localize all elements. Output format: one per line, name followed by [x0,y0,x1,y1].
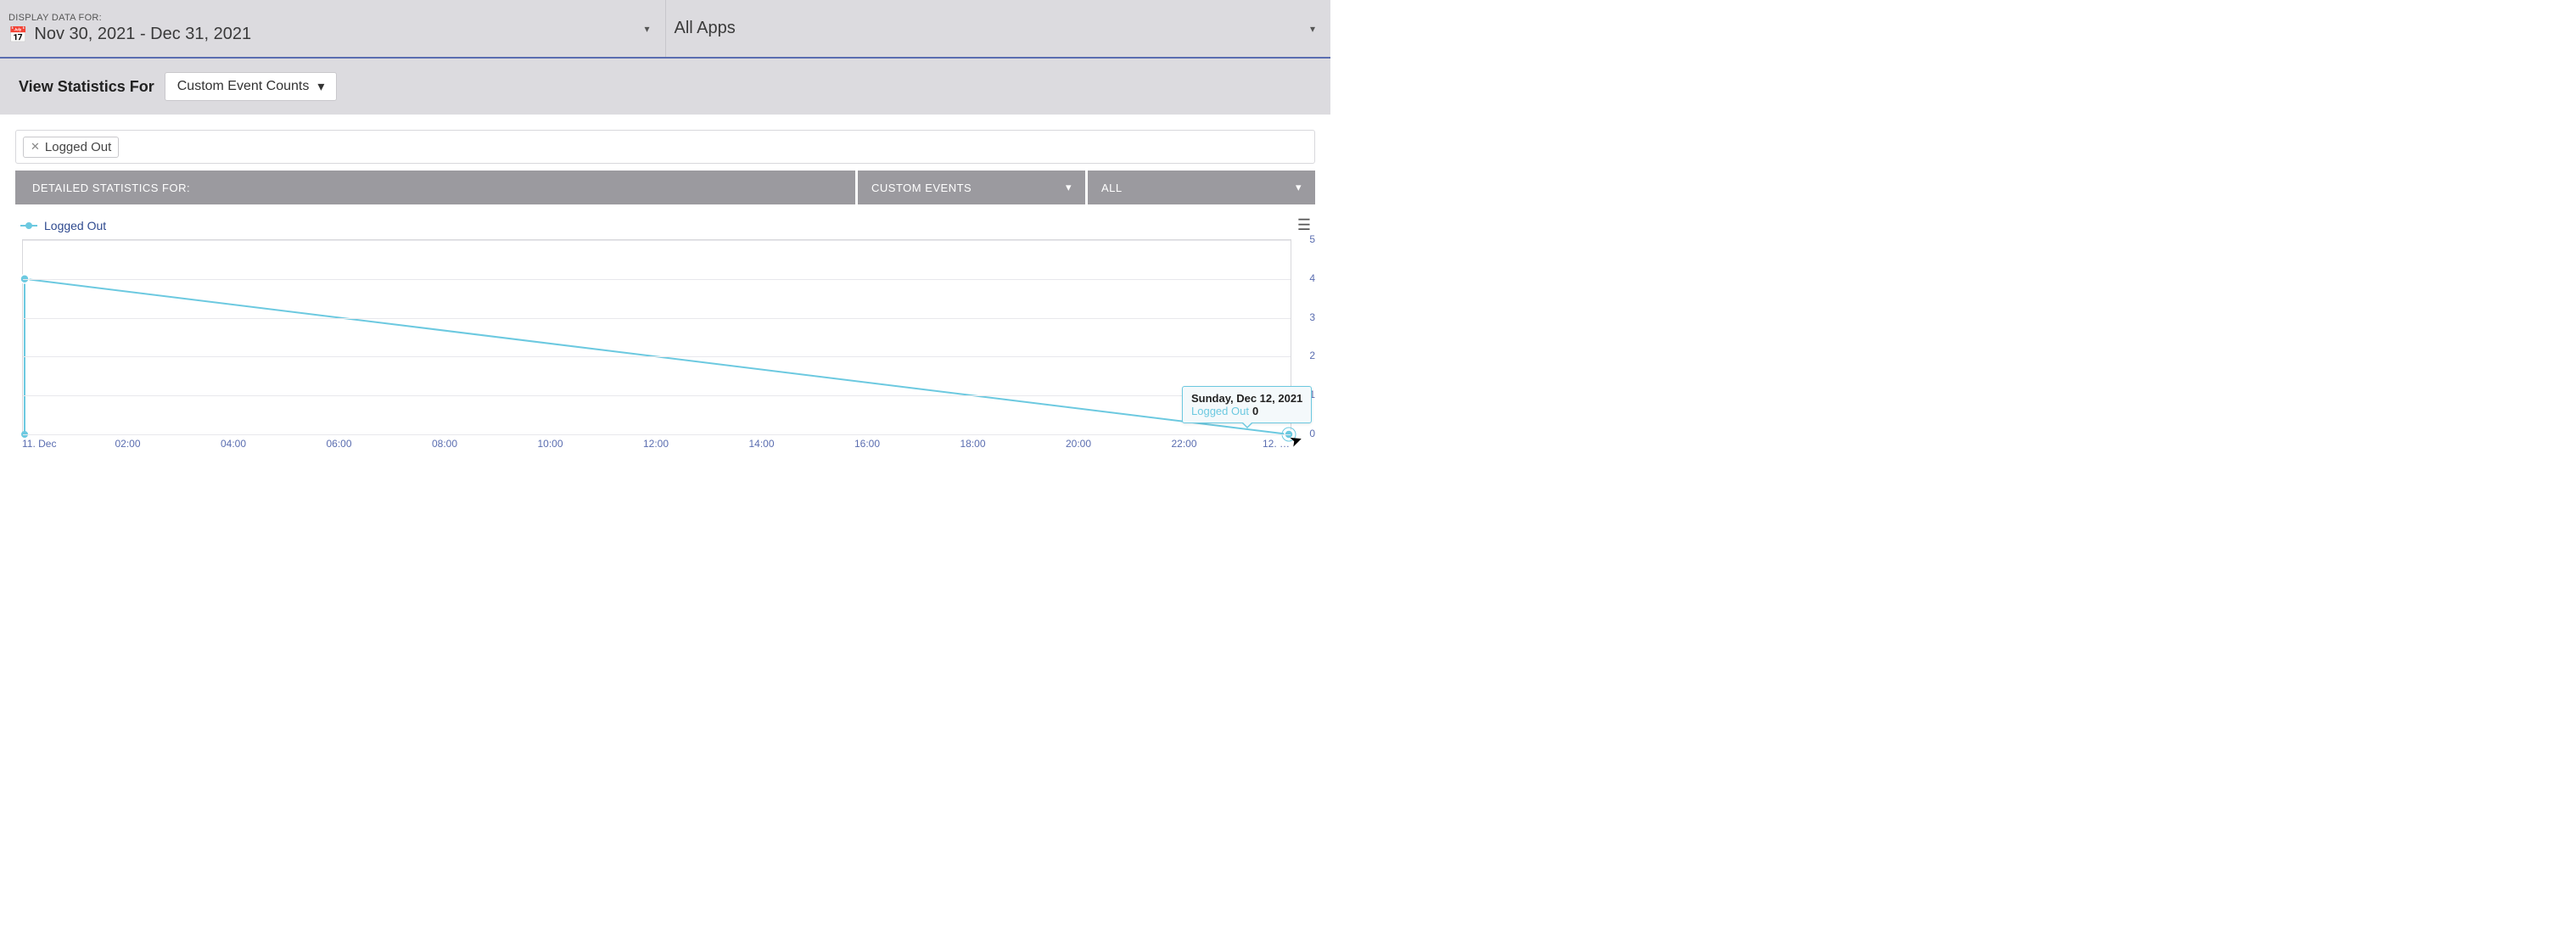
grid-line [23,395,1291,396]
chart-menu-icon[interactable]: ☰ [1297,216,1310,234]
all-label: ALL [1101,182,1123,194]
close-icon[interactable]: ✕ [31,140,40,154]
display-data-label: DISPLAY DATA FOR: [8,13,652,23]
statistic-type-value: Custom Event Counts [177,79,310,94]
detailed-statistics-label: DETAILED STATISTICS FOR: [15,171,855,204]
app-filter-text: All Apps [675,19,736,38]
calendar-icon: 📅 [8,27,27,42]
legend-swatch [20,225,37,227]
custom-events-label: CUSTOM EVENTS [871,182,972,194]
tooltip-series: Logged Out [1191,405,1249,417]
chevron-down-icon: ▾ [1066,181,1072,194]
date-range-text: Nov 30, 2021 - Dec 31, 2021 [34,25,251,44]
date-range-selector[interactable]: DISPLAY DATA FOR: 📅 Nov 30, 2021 - Dec 3… [0,0,666,57]
x-tick: 22:00 [1171,438,1196,450]
grid-line [23,240,1291,241]
grid-line [23,318,1291,319]
chevron-down-icon: ▾ [1310,23,1315,35]
grid-line [23,356,1291,357]
tooltip-title: Sunday, Dec 12, 2021 [1191,392,1302,405]
x-tick: 16:00 [854,438,880,450]
legend-series-name: Logged Out [44,219,106,232]
plot-outer: 012345 [15,239,1315,434]
x-tick: 14:00 [748,438,774,450]
y-tick: 0 [1304,428,1315,439]
app-filter-selector[interactable]: All Apps ▾ [666,0,1331,57]
app-filter-value: All Apps [675,19,1318,38]
tooltip-body: Logged Out0 [1191,405,1302,417]
detailed-statistics-bar: DETAILED STATISTICS FOR: CUSTOM EVENTS ▾… [15,171,1315,204]
event-tag-label: Logged Out [45,140,111,154]
y-tick: 4 [1304,272,1315,284]
grid-line [23,279,1291,280]
chevron-down-icon: ▾ [644,23,649,35]
plot-area[interactable] [22,239,1291,434]
x-tick: 08:00 [432,438,457,450]
event-tag-input[interactable]: ✕ Logged Out [15,130,1315,164]
x-tick: 04:00 [221,438,246,450]
legend-item[interactable]: Logged Out [20,219,106,232]
y-tick: 2 [1304,350,1315,361]
all-dropdown[interactable]: ALL ▾ [1088,171,1315,204]
x-tick: 12:00 [643,438,669,450]
x-axis: 11. Dec 02:00 04:00 06:00 08:00 10:00 12:00 14:… [22,434,1291,455]
y-tick: 5 [1304,233,1315,245]
date-range-value: 📅 Nov 30, 2021 - Dec 31, 2021 [8,25,652,44]
event-tag[interactable]: ✕ Logged Out [23,137,119,158]
legend-row: Logged Out ☰ [15,216,1315,239]
chart-svg [23,240,1291,434]
tooltip-value: 0 [1252,405,1258,417]
x-tick: 06:00 [326,438,351,450]
x-tick: 10:00 [537,438,563,450]
chart-container: Logged Out ☰ 012345 11. Dec02:0004:0006:… [15,216,1315,455]
x-tick: 11. Dec [22,438,56,450]
subheader: View Statistics For Custom Event Counts … [0,59,1330,115]
custom-events-dropdown[interactable]: CUSTOM EVENTS ▾ [858,171,1085,204]
header-bar: DISPLAY DATA FOR: 📅 Nov 30, 2021 - Dec 3… [0,0,1330,59]
x-tick: 18:00 [960,438,985,450]
content-area: ✕ Logged Out DETAILED STATISTICS FOR: CU… [0,115,1330,480]
chevron-down-icon: ▾ [317,78,324,95]
y-tick: 3 [1304,311,1315,323]
chevron-down-icon: ▾ [1296,181,1302,194]
statistic-type-select[interactable]: Custom Event Counts ▾ [165,72,338,101]
x-tick: 12. … [1263,438,1290,450]
x-tick: 02:00 [115,438,140,450]
chart-tooltip: Sunday, Dec 12, 2021 Logged Out0 [1182,386,1312,423]
x-tick: 20:00 [1066,438,1091,450]
view-statistics-label: View Statistics For [19,78,154,96]
